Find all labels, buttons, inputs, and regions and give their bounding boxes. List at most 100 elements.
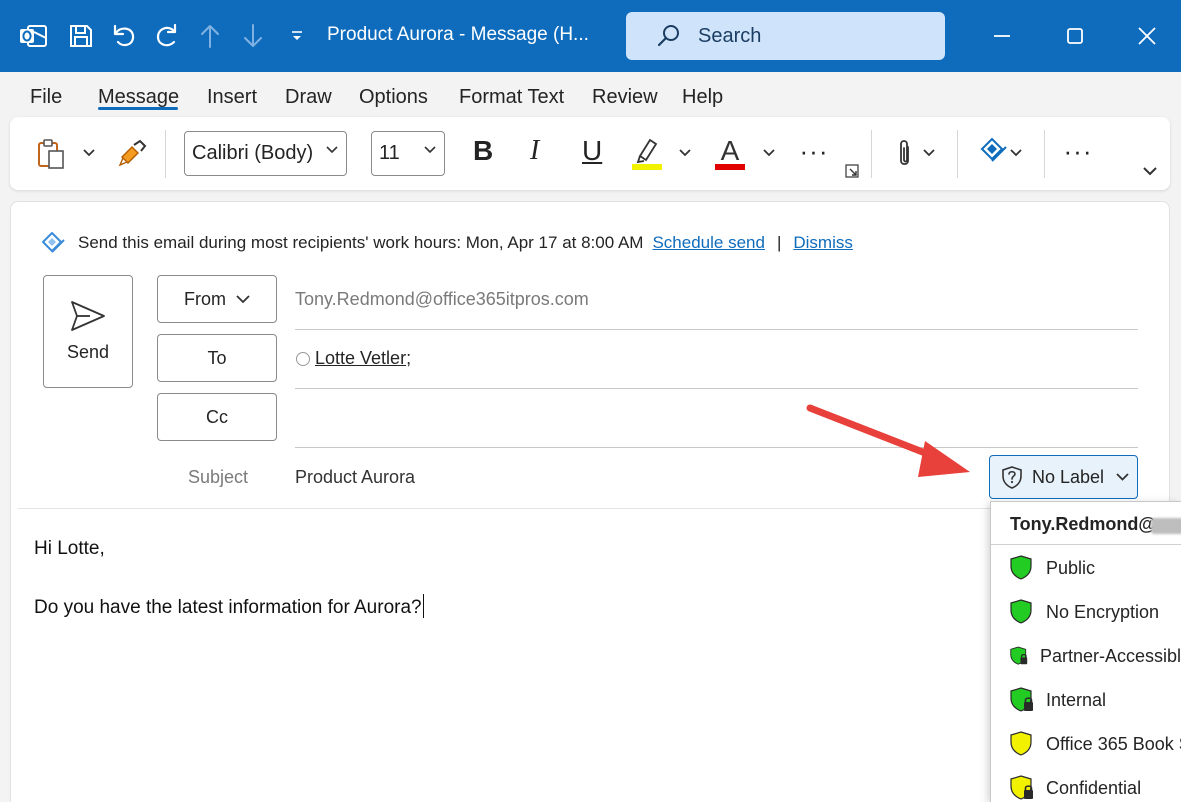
cc-divider <box>295 447 1138 448</box>
to-field[interactable]: Lotte Vetler; <box>296 348 411 369</box>
sensitivity-option-label: Office 365 Book S <box>1046 733 1181 754</box>
tab-help[interactable]: Help <box>682 86 723 109</box>
to-divider <box>295 388 1138 389</box>
locked-shield-icon <box>1010 687 1033 712</box>
sensitivity-label-text: No Label <box>1032 466 1105 487</box>
tab-review[interactable]: Review <box>592 86 658 109</box>
search-icon <box>657 25 679 47</box>
infobar-message: Send this email during most recipients' … <box>78 233 644 252</box>
recipient-separator: ; <box>406 348 412 368</box>
tab-message[interactable]: Message <box>98 86 179 109</box>
sensitivity-icon[interactable] <box>976 135 1010 171</box>
search-box[interactable]: Search <box>626 12 945 60</box>
tab-options[interactable]: Options <box>359 86 428 109</box>
highlight-icon[interactable] <box>629 133 665 173</box>
font-name-value: Calibri (Body) <box>192 142 314 164</box>
ribbon-separator <box>871 130 872 178</box>
sensitivity-option-label: Public <box>1046 557 1096 578</box>
more-commands-ellipsis: ··· <box>1063 135 1093 166</box>
font-size-dropdown[interactable]: 11 <box>371 131 445 176</box>
send-label: Send <box>66 342 110 362</box>
more-formatting-ellipsis: ··· <box>799 135 829 166</box>
outlook-app-icon <box>16 18 50 54</box>
from-button[interactable]: From <box>157 275 277 323</box>
font-size-value: 11 <box>379 142 400 164</box>
recipient-name[interactable]: Lotte Vetler <box>315 348 406 369</box>
attach-file-icon[interactable] <box>890 137 918 171</box>
sensitivity-option-label: No Encryption <box>1046 601 1160 622</box>
up-arrow-icon[interactable] <box>193 18 227 54</box>
shield-question-icon <box>1002 466 1022 489</box>
ribbon-separator <box>165 130 166 178</box>
to-button[interactable]: To <box>157 334 277 382</box>
dropdown-account-header: Tony.Redmond@ <box>1010 514 1156 534</box>
font-color-chevron-icon[interactable] <box>760 145 778 161</box>
more-formatting-button[interactable]: ··· <box>796 136 832 166</box>
tab-draw[interactable]: Draw <box>285 86 332 109</box>
sensitivity-label-button[interactable]: No Label <box>989 455 1138 499</box>
title-bar: Product Aurora - Message (H... Search <box>0 0 1181 72</box>
suggestion-diamond-icon <box>42 232 65 253</box>
tab-file[interactable]: File <box>30 86 62 109</box>
sensitivity-option-label: Confidential <box>1046 777 1142 798</box>
more-commands-button[interactable]: ··· <box>1060 136 1096 166</box>
to-label: To <box>207 347 227 368</box>
save-icon[interactable] <box>64 18 98 54</box>
redo-icon[interactable] <box>150 18 184 54</box>
shield-icon <box>1010 731 1032 756</box>
search-placeholder: Search <box>698 24 762 47</box>
chevron-down-icon <box>326 146 338 154</box>
font-name-dropdown[interactable]: Calibri (Body) <box>184 131 347 176</box>
sensitivity-chevron-icon[interactable] <box>1007 145 1025 161</box>
dialog-launcher-icon[interactable] <box>844 163 860 179</box>
attach-chevron-icon[interactable] <box>920 145 938 161</box>
text-cursor <box>422 594 425 618</box>
bold-button[interactable]: B <box>473 135 493 167</box>
italic-button[interactable]: I <box>530 135 539 167</box>
down-arrow-icon[interactable] <box>236 18 270 54</box>
shield-icon <box>1010 555 1032 580</box>
cc-button[interactable]: Cc <box>157 393 277 441</box>
body-line-2[interactable]: Do you have the latest information for A… <box>34 594 425 619</box>
locked-shield-icon <box>1010 646 1028 665</box>
subject-field[interactable]: Product Aurora <box>295 467 415 488</box>
window-title: Product Aurora - Message (H... <box>327 24 589 45</box>
expand-ribbon-chevron-icon[interactable] <box>1140 163 1160 179</box>
infobar-separator: | <box>776 233 782 252</box>
font-color-button[interactable]: A <box>712 133 748 173</box>
paste-options-chevron-icon[interactable] <box>80 145 98 161</box>
sensitivity-option[interactable]: Internal <box>991 678 1181 722</box>
tab-format-text[interactable]: Format Text <box>459 86 564 109</box>
shield-icon <box>1010 599 1032 624</box>
minimize-button[interactable] <box>982 18 1022 54</box>
sensitivity-option-label: Internal <box>1046 689 1107 710</box>
sensitivity-option[interactable]: Partner-Accessible <box>991 634 1181 678</box>
dropdown-divider <box>991 544 1181 545</box>
locked-shield-icon <box>1010 775 1033 800</box>
sensitivity-option[interactable]: Office 365 Book S <box>991 722 1181 766</box>
cc-label: Cc <box>206 406 228 427</box>
sensitivity-option[interactable]: No Encryption <box>991 590 1181 634</box>
highlight-chevron-icon[interactable] <box>676 145 694 161</box>
close-button[interactable] <box>1127 18 1167 54</box>
body-line-2-text: Do you have the latest information for A… <box>34 597 422 618</box>
paste-icon[interactable] <box>34 137 68 171</box>
chevron-down-icon <box>424 146 436 154</box>
ribbon: Calibri (Body) 11 B I U A ··· ··· <box>10 117 1170 190</box>
sensitivity-option[interactable]: Public <box>991 546 1181 590</box>
body-line-1[interactable]: Hi Lotte, <box>34 538 105 560</box>
format-painter-icon[interactable] <box>116 137 150 171</box>
tab-insert[interactable]: Insert <box>207 86 257 109</box>
customize-qat-icon[interactable] <box>280 18 314 54</box>
cc-field[interactable] <box>295 395 1138 443</box>
chevron-down-icon <box>1116 473 1129 481</box>
send-icon <box>71 301 105 331</box>
sensitivity-dropdown: Tony.Redmond@ Public No Encryption Partner… <box>990 501 1181 802</box>
send-button[interactable]: Send <box>43 275 133 388</box>
schedule-send-link[interactable]: Schedule send <box>652 233 764 253</box>
maximize-button[interactable] <box>1055 18 1095 54</box>
undo-icon[interactable] <box>107 18 141 54</box>
sensitivity-option[interactable]: Confidential <box>991 766 1181 802</box>
underline-button[interactable]: U <box>582 135 602 167</box>
dismiss-link[interactable]: Dismiss <box>793 233 853 253</box>
